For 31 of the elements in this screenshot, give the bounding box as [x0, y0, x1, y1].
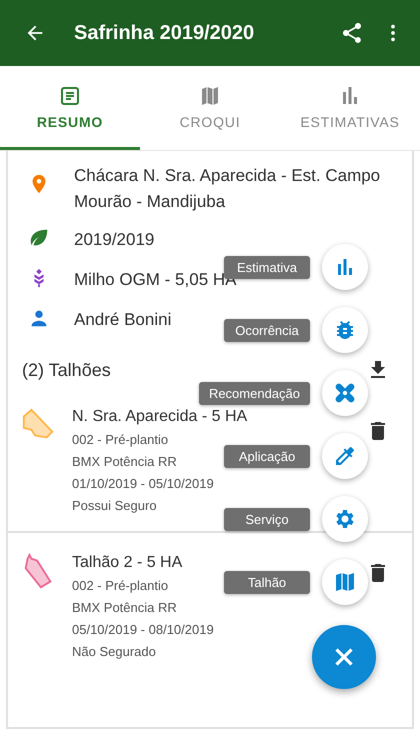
field-detail: Possui Seguro: [72, 497, 157, 515]
action-label[interactable]: Recomendação: [198, 382, 310, 404]
action-label[interactable]: Talhão: [224, 570, 310, 594]
dropper-icon: [333, 444, 357, 468]
bug-action-button[interactable]: [322, 307, 368, 353]
action-label[interactable]: Aplicação: [224, 444, 310, 468]
field-detail: 002 - Pré-plantio: [72, 431, 168, 449]
chart-action-button[interactable]: [322, 244, 368, 290]
field-name: Talhão 2 - 5 HA: [72, 553, 182, 573]
summary-text: 2019/2019: [74, 229, 154, 251]
field-detail: 01/10/2019 - 05/10/2019: [72, 475, 214, 493]
summary-text: Chácara N. Sra. Aparecida - Est. Campo Mourão - Mandijuba: [74, 165, 382, 213]
action-label[interactable]: Serviço: [224, 508, 310, 530]
action-label[interactable]: Ocorrência: [224, 318, 310, 342]
field-detail: BMX Potência RR: [72, 453, 177, 471]
screen-title: Safrinha 2019/2020: [74, 22, 256, 44]
bandage-action-button[interactable]: [322, 370, 368, 416]
map-icon: [333, 570, 357, 594]
action-label[interactable]: Estimativa: [224, 256, 310, 278]
field-detail: 05/10/2019 - 08/10/2019: [72, 621, 214, 639]
field-detail: BMX Potência RR: [72, 599, 177, 617]
gear-action-button[interactable]: [322, 496, 368, 542]
fields-heading: (2) Talhões: [22, 360, 111, 380]
close-button[interactable]: [312, 625, 376, 689]
field-detail: Não Segurado: [72, 643, 156, 661]
field-detail: 002 - Pré-plantio: [72, 577, 168, 595]
share-icon[interactable]: [340, 21, 364, 45]
map-action-button[interactable]: [322, 559, 368, 605]
field-name: N. Sra. Aparecida - 5 HA: [72, 407, 248, 427]
dropper-action-button[interactable]: [322, 433, 368, 479]
summary-text: André Bonini: [74, 309, 172, 331]
